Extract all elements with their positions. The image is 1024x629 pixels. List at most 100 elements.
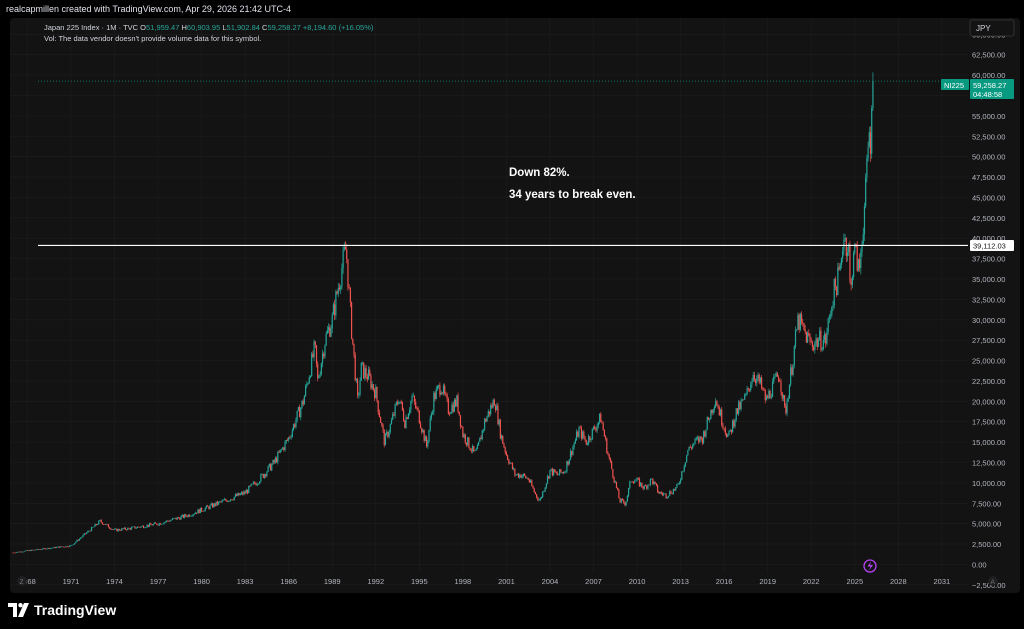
x-tick-label: 2031 [934, 577, 951, 586]
x-tick-label: 2028 [890, 577, 907, 586]
goto-realtime-icon[interactable] [863, 559, 877, 573]
candle-body [269, 463, 272, 471]
candle-body [455, 399, 457, 407]
tradingview-logo[interactable]: TradingView [8, 602, 116, 618]
y-tick-label: 27,500.00 [972, 336, 1005, 345]
x-tick-label: 2019 [759, 577, 776, 586]
candle-body [301, 400, 303, 408]
candle-body [21, 551, 24, 553]
candle-body [184, 514, 186, 518]
candle-body [609, 458, 612, 462]
candle-body [482, 429, 485, 431]
candle-body [30, 549, 32, 552]
candle-body [167, 520, 169, 522]
candle-body [652, 478, 654, 485]
candle-body [321, 353, 324, 364]
candle-body [253, 482, 255, 484]
price-chart[interactable]: Down 82%. 34 years to break even. Japan … [10, 18, 1020, 593]
price-axis[interactable]: 65,000.0062,500.0060,000.0057,500.0055,0… [972, 30, 1006, 590]
candle-body [145, 527, 147, 528]
candle-body [57, 546, 59, 548]
candle-body [352, 338, 354, 344]
candle-body [232, 499, 234, 501]
candle-body [66, 546, 68, 547]
candle-body [852, 253, 855, 278]
candle-body [799, 314, 801, 330]
x-tick-label: 2007 [585, 577, 602, 586]
candle-body [122, 528, 124, 530]
candle-body [284, 441, 286, 451]
candle-body [330, 328, 332, 337]
symbol-line: Japan 225 Index · 1M · TVC [44, 23, 139, 32]
candle-body [128, 527, 130, 529]
candle-body [381, 423, 383, 425]
candle-body [827, 318, 829, 333]
candle-body [132, 526, 134, 528]
candle-body [515, 474, 517, 476]
y-tick-label: 12,500.00 [972, 459, 1005, 468]
candle-body [283, 447, 285, 451]
candle-body [147, 524, 149, 527]
candle-body [201, 507, 203, 512]
x-tick-label: 1977 [150, 577, 167, 586]
candle-body [557, 474, 560, 476]
candle-body [677, 483, 679, 485]
candle-body [782, 395, 785, 399]
candle-body [492, 399, 494, 408]
candle-body [784, 395, 786, 406]
candle-body [819, 330, 821, 340]
candle-body [187, 514, 189, 517]
svg-text:A: A [991, 579, 996, 586]
candle-body [591, 428, 593, 440]
candle-body [491, 405, 493, 408]
candle-body [295, 420, 297, 427]
candle-body [234, 494, 237, 497]
candle-body [445, 393, 447, 396]
candle-body [822, 339, 824, 350]
candle-body [751, 381, 753, 385]
candle-body [630, 481, 632, 483]
candle-body [302, 400, 304, 405]
y-tick-label: 42,500.00 [972, 214, 1005, 223]
annotation-break-even: 34 years to break even. [509, 189, 636, 201]
chart-panel[interactable]: Down 82%. 34 years to break even. Japan … [10, 18, 1020, 593]
candle-body [521, 476, 523, 478]
candle-body [144, 527, 146, 529]
candle-body [156, 523, 158, 525]
candle-body [759, 377, 762, 383]
candle-body [138, 526, 140, 528]
timezone-button[interactable]: Z [17, 576, 27, 586]
candle-body [676, 484, 678, 488]
candle-body [568, 459, 570, 465]
candle-body [507, 455, 509, 460]
candle-body [28, 550, 30, 551]
candle-body [308, 377, 310, 384]
candle-body [816, 338, 818, 347]
candle-body [96, 524, 99, 525]
candle-body [188, 514, 191, 517]
currency-button[interactable]: JPY [969, 19, 1015, 37]
candle-body [798, 314, 800, 330]
candle-body [821, 349, 823, 350]
candle-body [567, 461, 569, 465]
candle-body [179, 517, 181, 520]
candle-body [311, 353, 313, 377]
candle-body [286, 440, 289, 441]
candle-body [273, 460, 275, 463]
candle-body [673, 489, 676, 491]
y-tick-label: 20,000.00 [972, 397, 1005, 406]
candle-body [444, 385, 446, 394]
auto-scale-button[interactable]: A [988, 576, 998, 586]
candle-body [220, 501, 222, 503]
candle-body [298, 407, 301, 418]
candle-body [549, 469, 551, 479]
candle-body [40, 549, 42, 550]
candle-body [771, 381, 774, 398]
candle-body [735, 408, 737, 420]
candle-body [422, 429, 424, 432]
candle-body [440, 392, 442, 395]
candle-body [277, 452, 279, 463]
candle-body [266, 471, 268, 477]
candle-body [418, 410, 420, 424]
candle-body [159, 523, 162, 525]
